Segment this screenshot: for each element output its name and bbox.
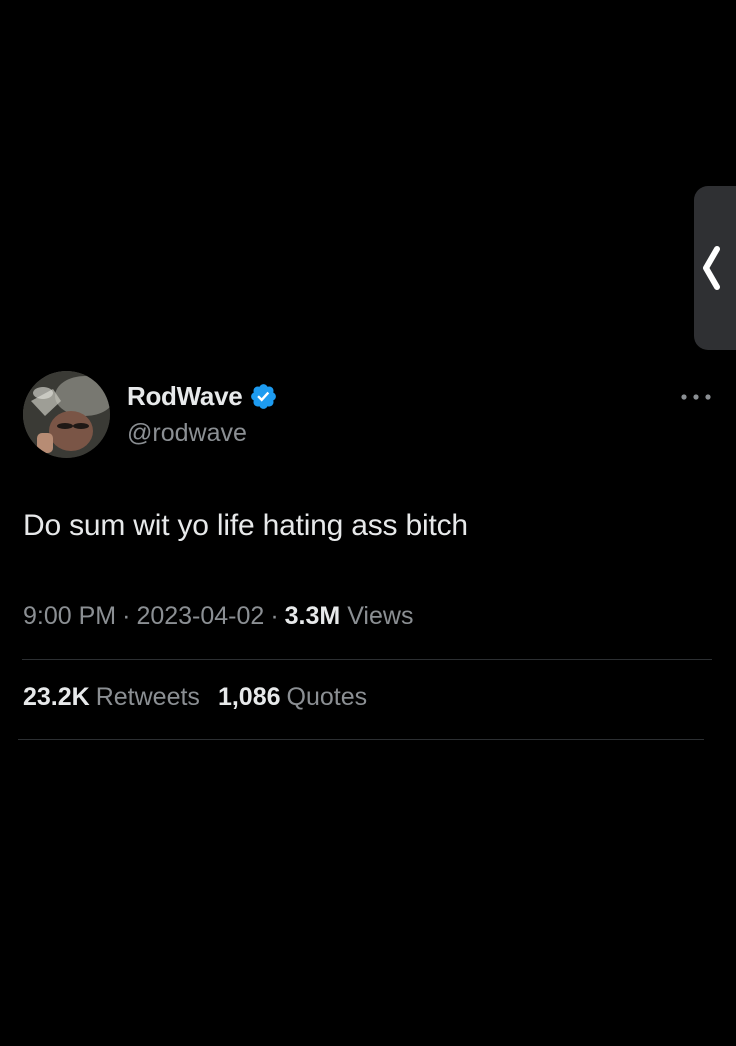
tweet-metadata: 9:00 PM · 2023-04-02 · 3.3M Views (23, 602, 413, 631)
tweet-stats: 23.2K Retweets 1,086 Quotes (23, 683, 367, 712)
quotes-stat[interactable]: 1,086 Quotes (218, 683, 367, 712)
display-name-row: RodWave (127, 381, 278, 412)
views-count: 3.3M (284, 602, 341, 630)
chevron-left-icon (703, 246, 720, 290)
side-panel-handle[interactable] (694, 186, 736, 350)
meta-separator: · (122, 602, 131, 630)
quotes-label: Quotes (286, 683, 368, 711)
tweet-header: RodWave @rodwave (22, 371, 712, 461)
divider (18, 739, 704, 740)
retweets-stat[interactable]: 23.2K Retweets (23, 683, 200, 712)
retweets-count: 23.2K (23, 683, 90, 711)
display-name[interactable]: RodWave (127, 381, 243, 412)
avatar-photo (23, 371, 110, 458)
tweet-date[interactable]: 2023-04-02 (136, 602, 264, 630)
tweet-text: Do sum wit yo life hating ass bitch (23, 509, 468, 542)
tweet-time[interactable]: 9:00 PM (23, 602, 116, 630)
divider (22, 659, 712, 660)
user-handle[interactable]: @rodwave (127, 419, 247, 448)
retweets-label: Retweets (95, 683, 200, 711)
meta-separator: · (270, 602, 279, 630)
more-horizontal-icon[interactable] (679, 392, 713, 402)
quotes-count: 1,086 (217, 683, 281, 711)
avatar[interactable] (23, 371, 110, 458)
verified-badge-icon (251, 384, 277, 409)
views-label: Views (347, 602, 414, 630)
